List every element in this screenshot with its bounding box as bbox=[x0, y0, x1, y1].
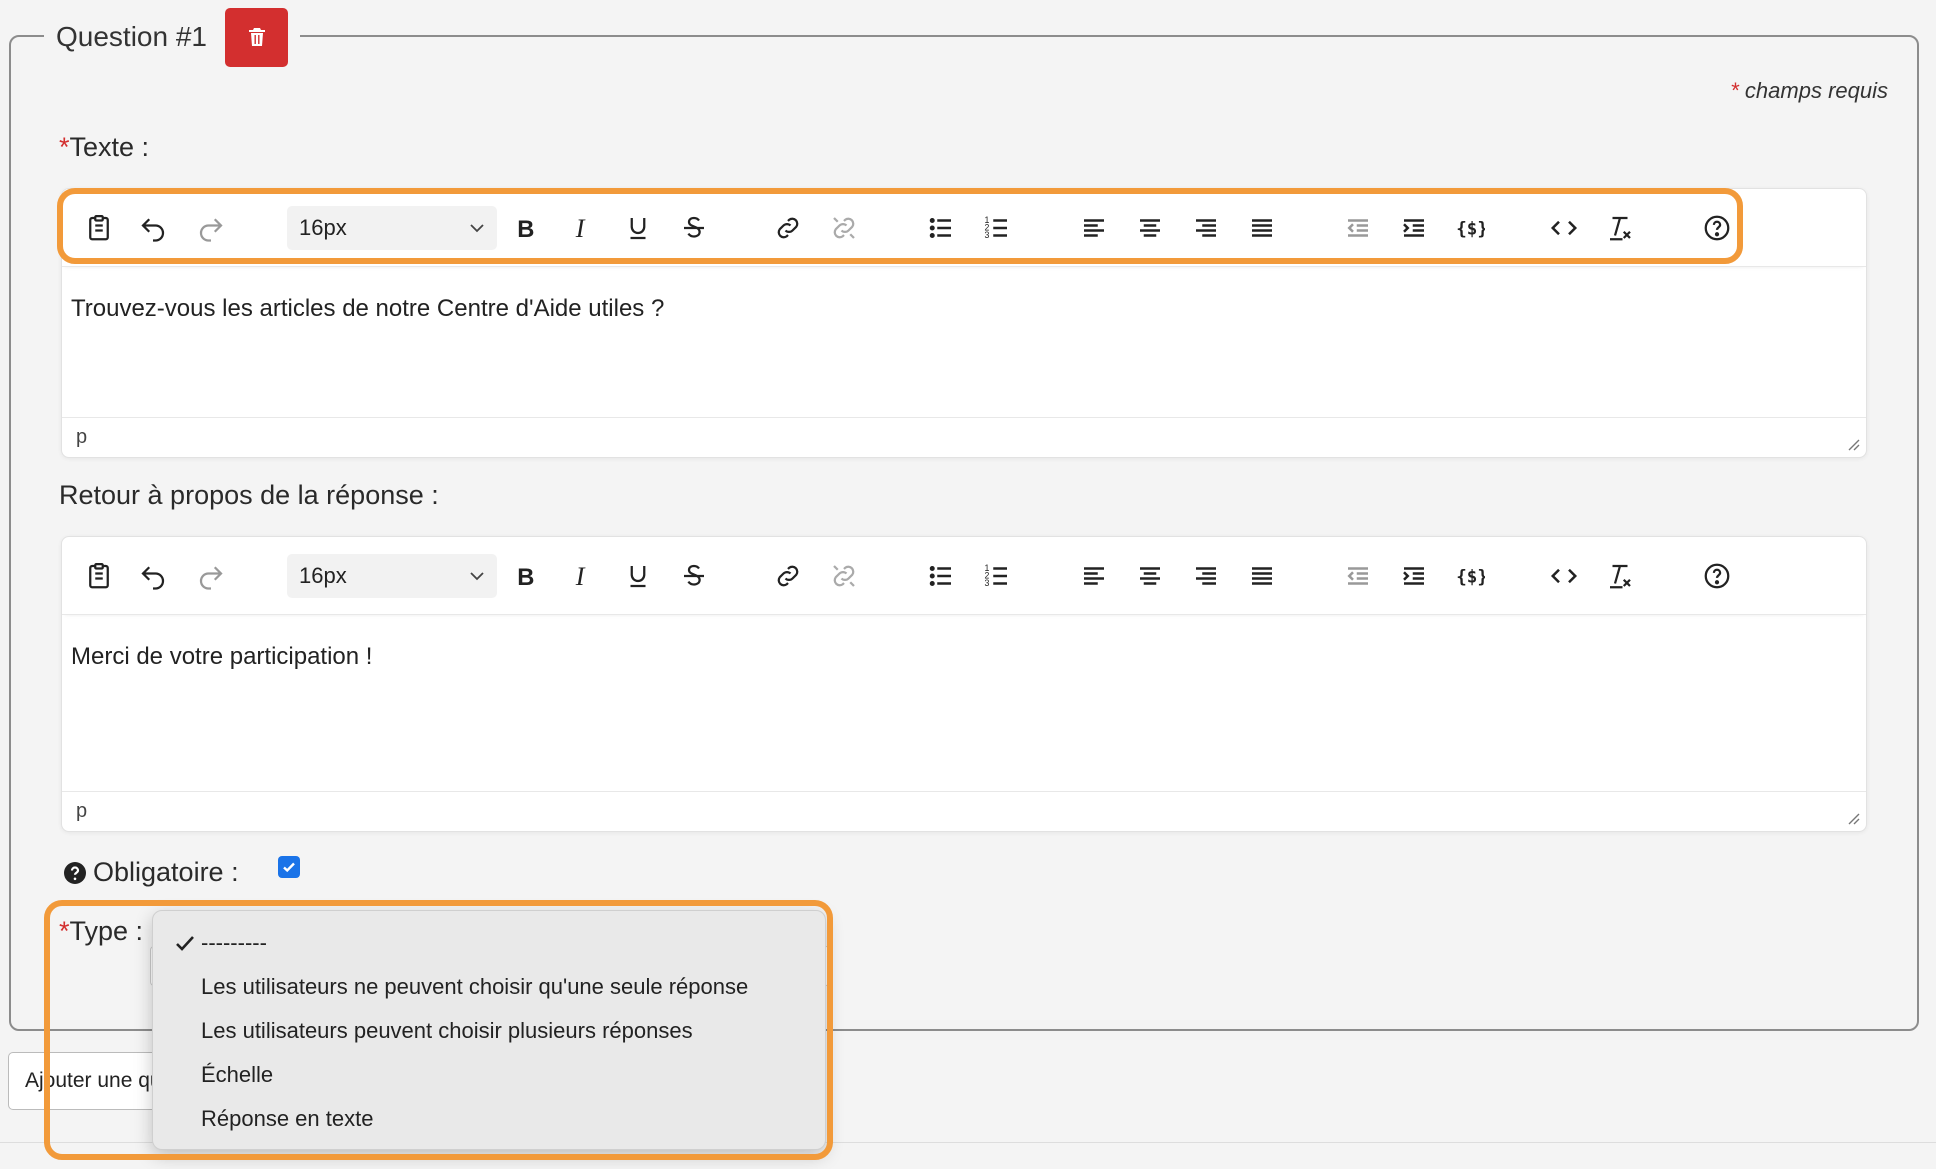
source-code-icon[interactable] bbox=[1543, 555, 1585, 597]
align-right-icon[interactable] bbox=[1185, 555, 1227, 597]
numbered-list-icon[interactable]: 123 bbox=[976, 207, 1018, 249]
font-size-select[interactable]: 16px bbox=[287, 206, 497, 250]
texte-editor: 16px B I 123 {$} Trouvez-vous les articl… bbox=[61, 188, 1867, 458]
svg-text:I: I bbox=[575, 214, 586, 243]
question-legend: Question #1 bbox=[44, 6, 300, 68]
undo-icon[interactable] bbox=[132, 207, 174, 249]
template-variable-icon[interactable]: {$} bbox=[1449, 555, 1491, 597]
svg-text:3: 3 bbox=[985, 578, 990, 588]
bold-icon[interactable]: B bbox=[505, 555, 547, 597]
type-option-multiple-choice[interactable]: Les utilisateurs peuvent choisir plusieu… bbox=[153, 1009, 825, 1053]
checkmark-icon bbox=[283, 862, 295, 873]
align-justify-icon[interactable] bbox=[1241, 555, 1283, 597]
type-option-text-answer[interactable]: Réponse en texte bbox=[153, 1097, 825, 1141]
outdent-icon[interactable] bbox=[1337, 555, 1379, 597]
unlink-icon[interactable] bbox=[823, 207, 865, 249]
type-label: *Type : bbox=[59, 916, 144, 946]
unlink-icon[interactable] bbox=[823, 555, 865, 597]
numbered-list-icon[interactable]: 123 bbox=[976, 555, 1018, 597]
svg-text:{$}: {$} bbox=[1456, 219, 1485, 239]
texte-toolbar: 16px B I 123 {$} bbox=[62, 189, 1866, 267]
align-center-icon[interactable] bbox=[1129, 207, 1171, 249]
required-fields-note: * champs requis bbox=[1730, 78, 1888, 103]
clear-formatting-icon[interactable] bbox=[1599, 555, 1641, 597]
clear-formatting-icon[interactable] bbox=[1599, 207, 1641, 249]
link-icon[interactable] bbox=[767, 555, 809, 597]
chevron-down-icon bbox=[470, 224, 484, 233]
font-size-select[interactable]: 16px bbox=[287, 554, 497, 598]
trash-icon bbox=[248, 28, 265, 46]
undo-icon[interactable] bbox=[132, 555, 174, 597]
italic-icon[interactable]: I bbox=[561, 555, 603, 597]
template-variable-icon[interactable]: {$} bbox=[1449, 207, 1491, 249]
align-right-icon[interactable] bbox=[1185, 207, 1227, 249]
retour-toolbar: 16px B I 123 {$} bbox=[62, 537, 1866, 615]
texte-status-path: p bbox=[62, 417, 1866, 457]
indent-icon[interactable] bbox=[1393, 207, 1435, 249]
bold-icon[interactable]: B bbox=[505, 207, 547, 249]
svg-text:{$}: {$} bbox=[1456, 567, 1485, 587]
redo-icon[interactable] bbox=[190, 555, 232, 597]
outdent-icon[interactable] bbox=[1337, 207, 1379, 249]
paste-icon[interactable] bbox=[78, 555, 120, 597]
italic-icon[interactable]: I bbox=[561, 207, 603, 249]
underline-icon[interactable] bbox=[617, 207, 659, 249]
align-justify-icon[interactable] bbox=[1241, 207, 1283, 249]
align-left-icon[interactable] bbox=[1073, 555, 1115, 597]
paste-icon[interactable] bbox=[78, 207, 120, 249]
indent-icon[interactable] bbox=[1393, 555, 1435, 597]
question-circle-icon bbox=[64, 861, 86, 884]
texte-label: *Texte : bbox=[59, 132, 150, 162]
obligatoire-checkbox[interactable] bbox=[278, 856, 300, 878]
resize-handle-icon[interactable] bbox=[1844, 435, 1860, 451]
retour-status-path: p bbox=[62, 791, 1866, 831]
link-icon[interactable] bbox=[767, 207, 809, 249]
type-option-scale[interactable]: Échelle bbox=[153, 1053, 825, 1097]
align-center-icon[interactable] bbox=[1129, 555, 1171, 597]
retour-editor-content[interactable]: Merci de votre participation ! bbox=[62, 615, 1866, 699]
question-title: Question #1 bbox=[56, 21, 207, 52]
strikethrough-icon[interactable] bbox=[673, 207, 715, 249]
type-option-none[interactable]: --------- bbox=[153, 921, 825, 965]
texte-editor-content[interactable]: Trouvez-vous les articles de notre Centr… bbox=[62, 267, 1866, 351]
source-code-icon[interactable] bbox=[1543, 207, 1585, 249]
retour-label: Retour à propos de la réponse : bbox=[59, 480, 439, 510]
svg-text:I: I bbox=[575, 562, 586, 591]
bullet-list-icon[interactable] bbox=[920, 555, 962, 597]
obligatoire-label: Obligatoire : bbox=[63, 857, 239, 888]
type-dropdown-menu: --------- Les utilisateurs ne peuvent ch… bbox=[152, 910, 826, 1150]
question-fieldset bbox=[9, 35, 1919, 1031]
svg-text:3: 3 bbox=[985, 230, 990, 240]
retour-editor: 16px B I 123 {$} Merci de votre particip… bbox=[61, 536, 1867, 832]
help-icon[interactable] bbox=[1696, 555, 1738, 597]
underline-icon[interactable] bbox=[617, 555, 659, 597]
help-icon[interactable] bbox=[1696, 207, 1738, 249]
svg-text:B: B bbox=[517, 564, 534, 591]
chevron-down-icon bbox=[470, 572, 484, 581]
delete-question-button[interactable] bbox=[225, 7, 288, 67]
resize-handle-icon[interactable] bbox=[1844, 809, 1860, 825]
strikethrough-icon[interactable] bbox=[673, 555, 715, 597]
bullet-list-icon[interactable] bbox=[920, 207, 962, 249]
svg-text:B: B bbox=[517, 216, 534, 243]
align-left-icon[interactable] bbox=[1073, 207, 1115, 249]
type-option-single-choice[interactable]: Les utilisateurs ne peuvent choisir qu'u… bbox=[153, 965, 825, 1009]
checkmark-icon bbox=[176, 936, 194, 951]
redo-icon[interactable] bbox=[190, 207, 232, 249]
